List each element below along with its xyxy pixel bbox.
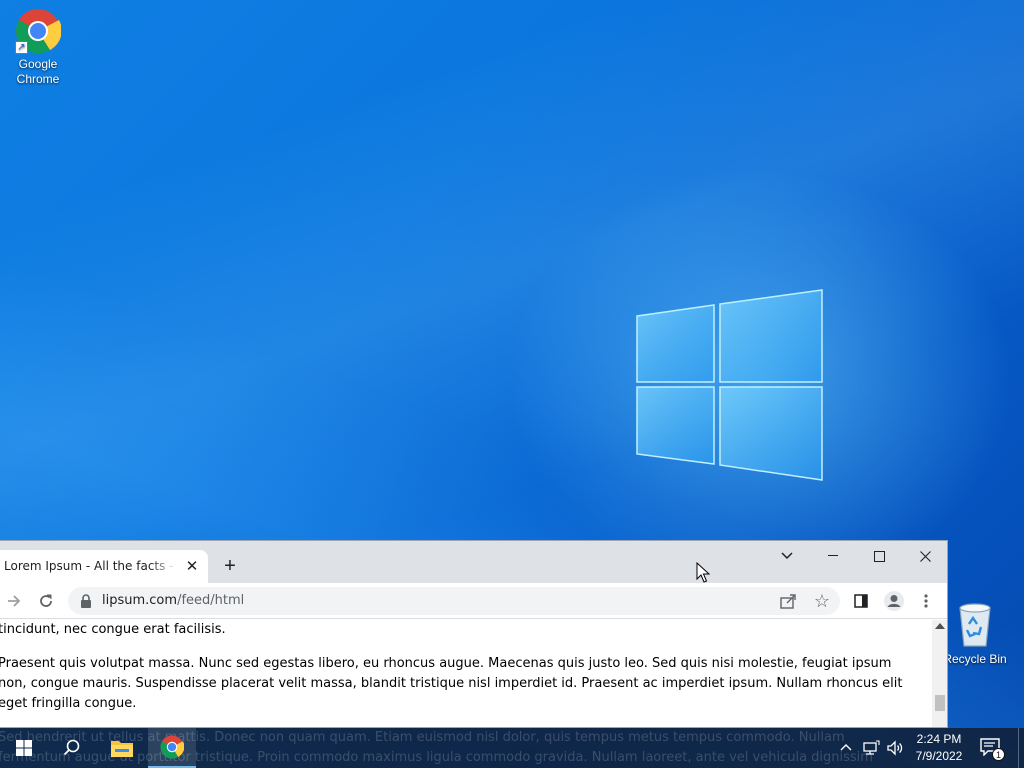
desktop-icon-label: Google bbox=[18, 57, 58, 71]
start-button[interactable] bbox=[0, 728, 48, 768]
tab-close-icon[interactable]: ✕ bbox=[183, 558, 201, 576]
paragraph-line: tincidunt, nec congue erat facilisis. bbox=[0, 622, 226, 637]
lock-icon bbox=[81, 594, 91, 608]
notification-count-badge: 1 bbox=[992, 748, 1005, 761]
browser-toolbar: lipsum.com/feed/html ☆ bbox=[0, 583, 947, 619]
mouse-cursor-icon bbox=[696, 562, 710, 583]
search-icon bbox=[63, 739, 80, 756]
minimize-icon bbox=[828, 555, 838, 556]
clock-date: 7/9/2022 bbox=[915, 749, 963, 763]
shortcut-arrow-icon: ↗ bbox=[15, 41, 28, 54]
chrome-icon: ↗ bbox=[15, 8, 62, 54]
reload-button[interactable] bbox=[34, 589, 58, 613]
network-icon[interactable] bbox=[862, 739, 880, 757]
profile-avatar-icon bbox=[884, 591, 904, 611]
folder-icon bbox=[111, 741, 133, 757]
desktop-icon-label: Chrome bbox=[16, 72, 60, 86]
maximize-button[interactable] bbox=[856, 541, 902, 571]
taskbar-clock[interactable]: 2:24 PM 7/9/2022 bbox=[910, 731, 968, 765]
tab-search-button[interactable] bbox=[764, 541, 810, 571]
scroll-up-arrow-icon[interactable] bbox=[935, 623, 945, 629]
paragraph-line: eget fringilla congue. bbox=[0, 696, 137, 711]
desktop-icon-label: Recycle Bin bbox=[943, 652, 1007, 666]
maximize-icon bbox=[873, 550, 885, 562]
minimize-button[interactable] bbox=[810, 541, 856, 571]
clock-time: 2:24 PM bbox=[916, 732, 962, 746]
address-bar[interactable]: lipsum.com/feed/html ☆ bbox=[68, 587, 840, 615]
chrome-menu-button[interactable] bbox=[914, 589, 938, 613]
new-tab-button[interactable]: + bbox=[219, 555, 241, 577]
tab-strip[interactable]: Lorem Ipsum - All the facts - Lipsum gen… bbox=[0, 541, 947, 583]
close-icon bbox=[919, 550, 931, 562]
more-vertical-icon bbox=[924, 594, 928, 608]
windows-logo-wallpaper bbox=[636, 289, 823, 481]
taskbar: Sed hendrerit ut tellus at mattis. Donec… bbox=[0, 728, 1024, 768]
forward-button[interactable] bbox=[2, 589, 26, 613]
desktop-icon-google-chrome[interactable]: ↗ Google Chrome bbox=[0, 8, 76, 87]
vertical-scrollbar[interactable] bbox=[932, 620, 947, 727]
desktop-icon-recycle-bin[interactable]: Recycle Bin bbox=[937, 600, 1013, 667]
paragraph-line: Praesent quis volutpat massa. Nunc sed e… bbox=[0, 656, 892, 671]
side-panel-button[interactable] bbox=[849, 589, 873, 613]
address-url: lipsum.com/feed/html bbox=[102, 593, 244, 608]
page-content: tincidunt, nec congue erat facilisis. Pr… bbox=[0, 620, 932, 727]
close-window-button[interactable] bbox=[902, 541, 947, 571]
reload-icon bbox=[40, 594, 52, 607]
action-center-button[interactable]: 1 bbox=[980, 738, 1005, 761]
chrome-window[interactable]: Lorem Ipsum - All the facts - Lipsum gen… bbox=[0, 540, 948, 728]
arrow-right-icon bbox=[8, 595, 21, 607]
show-hidden-icons-chevron-up-icon[interactable] bbox=[838, 740, 854, 756]
chevron-down-icon bbox=[781, 552, 793, 560]
tab-title: Lorem Ipsum - All the facts - Lipsum gen… bbox=[4, 559, 176, 573]
windows-start-icon bbox=[16, 740, 32, 756]
chrome-icon bbox=[160, 735, 184, 759]
taskbar-file-explorer[interactable] bbox=[98, 728, 146, 768]
show-desktop-button[interactable] bbox=[1018, 728, 1024, 768]
taskbar-chrome[interactable] bbox=[148, 728, 196, 768]
side-panel-icon bbox=[854, 594, 868, 608]
volume-icon[interactable] bbox=[886, 739, 904, 757]
search-button[interactable] bbox=[48, 728, 96, 768]
url-path: /feed/html bbox=[177, 593, 245, 608]
browser-tab[interactable]: Lorem Ipsum - All the facts - Lipsum gen… bbox=[0, 550, 208, 583]
profile-button[interactable] bbox=[882, 589, 906, 613]
paragraph-line: non, congue mauris. Suspendisse placerat… bbox=[0, 676, 903, 691]
share-icon[interactable] bbox=[778, 591, 798, 611]
url-host: lipsum.com bbox=[102, 593, 178, 608]
recycle-bin-icon bbox=[952, 600, 998, 650]
scrollbar-thumb[interactable] bbox=[935, 695, 945, 711]
bookmark-star-icon[interactable]: ☆ bbox=[811, 590, 833, 612]
